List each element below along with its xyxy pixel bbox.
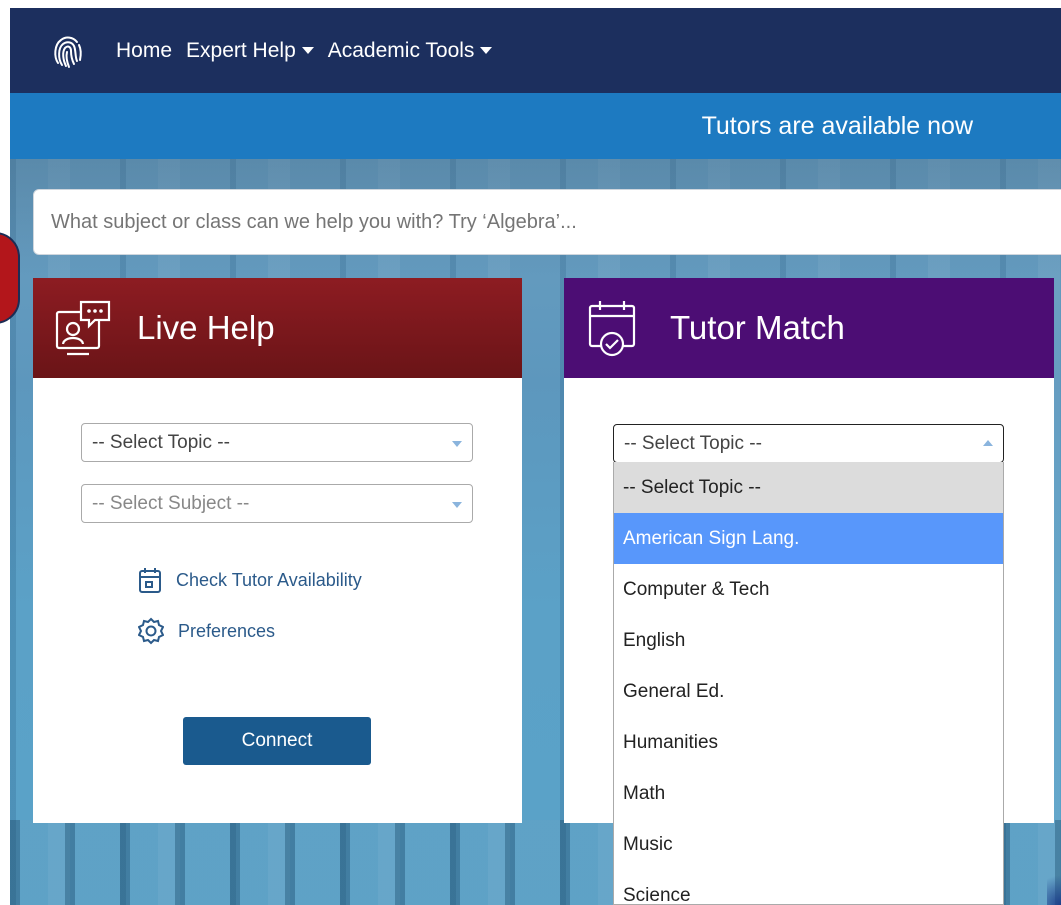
live-help-topic-value: -- Select Topic -- xyxy=(92,431,230,453)
nav-academic-tools-label: Academic Tools xyxy=(327,38,475,62)
availability-banner: Tutors are available now xyxy=(10,93,1061,159)
live-help-subject-value: -- Select Subject -- xyxy=(92,492,250,514)
nav-expert-help-label: Expert Help xyxy=(186,38,296,62)
subject-search-input[interactable] xyxy=(33,189,1061,255)
dropdown-option[interactable]: English xyxy=(614,615,1003,666)
nav-home-label: Home xyxy=(116,38,173,62)
tutor-match-topic-dropdown[interactable]: -- Select Topic -- American Sign Lang. C… xyxy=(613,462,1004,905)
dropdown-option[interactable]: Science xyxy=(614,870,1003,905)
check-availability-link[interactable]: Check Tutor Availability xyxy=(138,566,362,594)
connect-button[interactable]: Connect xyxy=(183,717,371,765)
tutor-match-title: Tutor Match xyxy=(670,309,845,346)
live-help-title: Live Help xyxy=(137,309,275,346)
live-help-subject-select[interactable]: -- Select Subject -- xyxy=(81,484,473,523)
chevron-up-icon xyxy=(983,439,993,446)
tutor-match-header: Tutor Match xyxy=(564,278,1054,378)
dropdown-option[interactable]: Music xyxy=(614,819,1003,870)
top-navbar: Home Expert Help Academic Tools xyxy=(10,8,1061,93)
app-frame: Home Expert Help Academic Tools Tutors a… xyxy=(0,0,1061,905)
side-tab[interactable] xyxy=(0,232,20,324)
dropdown-option[interactable]: General Ed. xyxy=(614,666,1003,717)
dropdown-option[interactable]: American Sign Lang. xyxy=(614,513,1003,564)
caret-down-icon xyxy=(480,47,493,54)
fingerprint-logo-icon[interactable] xyxy=(46,29,90,73)
dropdown-option[interactable]: -- Select Topic -- xyxy=(614,462,1003,513)
preferences-link[interactable]: Preferences xyxy=(138,617,275,645)
dropdown-option[interactable]: Computer & Tech xyxy=(614,564,1003,615)
tutor-match-topic-value: -- Select Topic -- xyxy=(624,432,762,454)
chat-widget-edge[interactable] xyxy=(1047,865,1061,905)
nav-expert-help[interactable]: Expert Help xyxy=(186,39,314,63)
dropdown-option[interactable]: Math xyxy=(614,768,1003,819)
check-availability-label: Check Tutor Availability xyxy=(176,569,362,590)
calendar-check-icon xyxy=(588,301,636,357)
chat-person-icon xyxy=(55,300,111,356)
nav-academic-tools[interactable]: Academic Tools xyxy=(328,39,493,63)
caret-down-icon xyxy=(301,47,314,54)
live-help-header: Live Help xyxy=(33,278,522,378)
chevron-down-icon xyxy=(452,501,462,508)
dropdown-option[interactable]: Humanities xyxy=(614,717,1003,768)
tutor-match-topic-select[interactable]: -- Select Topic -- xyxy=(613,424,1004,463)
gear-icon xyxy=(138,617,164,645)
availability-banner-text: Tutors are available now xyxy=(701,111,973,140)
preferences-label: Preferences xyxy=(178,620,276,641)
chevron-down-icon xyxy=(452,440,462,447)
nav-home[interactable]: Home xyxy=(116,39,172,63)
live-help-topic-select[interactable]: -- Select Topic -- xyxy=(81,423,473,462)
calendar-icon xyxy=(139,568,161,593)
